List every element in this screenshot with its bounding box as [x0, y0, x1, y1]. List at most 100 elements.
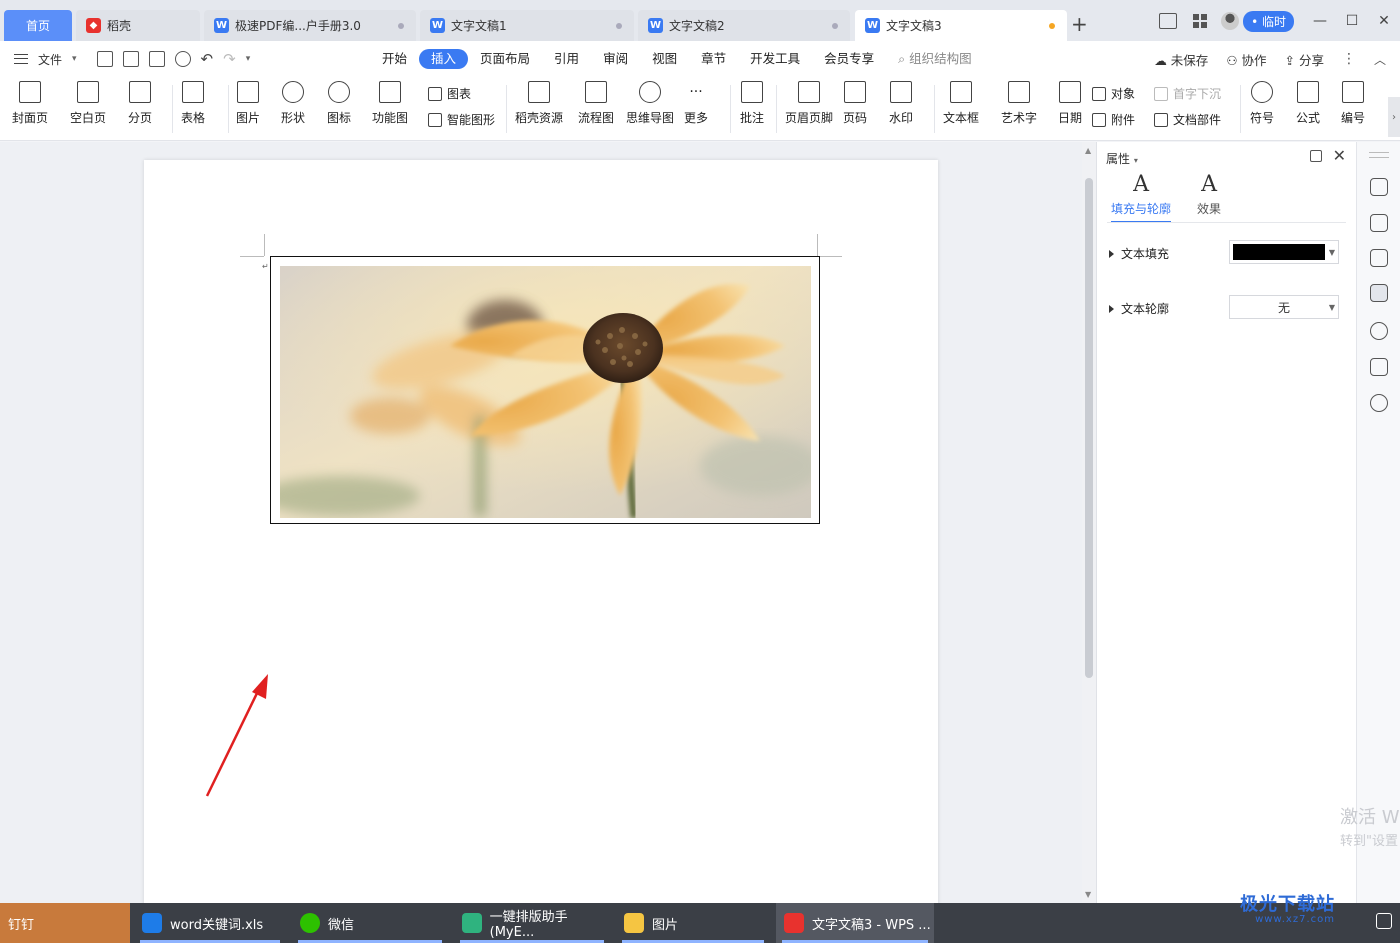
icon-button[interactable]: 图标 [327, 81, 351, 126]
formula-button[interactable]: 公式 [1296, 81, 1320, 126]
apps-grid-icon[interactable] [1193, 14, 1208, 28]
comment-button[interactable]: 批注 [740, 81, 764, 126]
scrollbar-thumb[interactable] [1085, 178, 1093, 678]
tab-developer[interactable]: 开发工具 [738, 49, 812, 69]
tab-home[interactable]: 首页 [4, 10, 72, 41]
chevron-down-icon[interactable]: ▾ [72, 54, 77, 64]
window-layout-icon[interactable] [1159, 13, 1178, 29]
properties-header[interactable]: 属性 ▾ [1106, 150, 1138, 167]
redo-icon[interactable]: ↷ [223, 50, 236, 68]
tab-doc3[interactable]: W 文字文稿3 [855, 10, 1067, 41]
text-fill-row[interactable]: 文本填充 [1109, 245, 1169, 262]
taskbar-item-layout-helper[interactable]: 一键排版助手(MyE... [454, 903, 610, 943]
tab-close-icon[interactable] [398, 22, 404, 29]
header-footer-button[interactable]: 页眉页脚 [785, 81, 833, 126]
lightning-icon[interactable] [1370, 394, 1388, 412]
pen-icon[interactable] [1370, 214, 1388, 232]
watermark-button[interactable]: 水印 [889, 81, 913, 126]
selected-image-frame[interactable] [270, 256, 820, 524]
table-button[interactable]: 表格 [181, 81, 205, 126]
tab-insert[interactable]: 插入 [419, 49, 469, 69]
shape-button[interactable]: 形状 [281, 81, 305, 126]
taskbar-item-excel[interactable]: word关键词.xls [134, 903, 286, 943]
numbering-button[interactable]: 编号 [1341, 81, 1365, 126]
tab-docer[interactable]: ◆ 稻壳 [76, 10, 200, 41]
close-window-button[interactable]: ✕ [1368, 13, 1400, 29]
collaborate-button[interactable]: ⚇ 协作 [1226, 50, 1266, 69]
ribbon-scroll-right-icon[interactable]: › [1388, 97, 1400, 137]
tab-page-layout[interactable]: 页面布局 [468, 49, 542, 69]
doc-parts-button[interactable]: 文档部件 [1154, 111, 1221, 128]
unsaved-button[interactable]: ☁ 未保存 [1154, 50, 1208, 69]
flower-photo[interactable] [280, 266, 811, 518]
chart-button[interactable]: 图表 [428, 85, 471, 102]
smart-art-button[interactable]: 智能图形 [428, 111, 495, 128]
close-icon[interactable]: ✕ [1333, 146, 1346, 165]
text-outline-row[interactable]: 文本轮廓 [1109, 300, 1169, 317]
command-search[interactable]: ⌕ 组织结构图 [886, 49, 984, 69]
file-menu[interactable]: 文件 [38, 51, 62, 68]
save-icon[interactable] [96, 51, 113, 67]
help-icon[interactable] [1370, 322, 1388, 340]
taskbar-item-wps[interactable]: 文字文稿3 - WPS ... [776, 903, 934, 943]
docer-resource-button[interactable]: 稻壳资源 [515, 81, 563, 126]
tab-review[interactable]: 审阅 [591, 49, 640, 69]
tab-doc2[interactable]: W 文字文稿2 [638, 10, 850, 41]
maximize-button[interactable]: ☐ [1336, 13, 1368, 29]
tab-sections[interactable]: 章节 [689, 49, 738, 69]
pin-icon[interactable] [1310, 150, 1322, 162]
translate-icon[interactable] [1370, 358, 1388, 376]
taskbar-item-pictures[interactable]: 图片 [616, 903, 770, 943]
text-fill-color-picker[interactable]: ▼ [1229, 240, 1339, 264]
minimize-button[interactable]: — [1304, 13, 1336, 29]
document-scrollbar[interactable]: ▲ ▼ [1082, 142, 1096, 903]
tab-close-icon[interactable] [616, 22, 622, 29]
scroll-down-icon[interactable]: ▼ [1085, 890, 1091, 899]
scroll-up-icon[interactable]: ▲ [1085, 146, 1091, 155]
avatar[interactable] [1221, 12, 1240, 30]
user-status-badge[interactable]: • 临时 [1243, 10, 1294, 32]
tab-home-ribbon[interactable]: 开始 [370, 49, 419, 69]
print-preview-icon[interactable] [174, 51, 191, 67]
drop-cap-button[interactable]: 首字下沉 [1154, 85, 1221, 102]
tab-references[interactable]: 引用 [542, 49, 591, 69]
tab-pdf-manual[interactable]: W 极速PDF编...户手册3.0 [204, 10, 416, 41]
picture-button[interactable]: 图片 [236, 81, 260, 126]
rocket-icon[interactable] [1370, 178, 1388, 196]
date-button[interactable]: 日期 [1058, 81, 1082, 126]
tab-fill-outline[interactable]: A 填充与轮廓 [1111, 174, 1172, 223]
tab-doc1[interactable]: W 文字文稿1 [420, 10, 634, 41]
share-button[interactable]: ⇪ 分享 [1285, 50, 1324, 69]
tab-member[interactable]: 会员专享 [812, 49, 886, 69]
page-number-button[interactable]: 页码 [843, 81, 867, 126]
properties-sliders-icon[interactable] [1370, 284, 1388, 302]
new-tab-button[interactable]: + [1071, 12, 1088, 36]
tab-view[interactable]: 视图 [640, 49, 689, 69]
undo-icon[interactable]: ↶ [201, 50, 214, 68]
text-outline-select[interactable]: 无 ▼ [1229, 295, 1339, 319]
mindmap-button[interactable]: 思维导图 [626, 81, 674, 126]
more-button[interactable]: ··· 更多 [684, 81, 708, 126]
cursor-select-icon[interactable] [1370, 249, 1388, 267]
blank-page-button[interactable]: 空白页 [70, 81, 106, 126]
collapse-ribbon-icon[interactable]: ︿ [1374, 51, 1386, 68]
tab-close-icon[interactable] [832, 22, 838, 29]
menu-icon[interactable] [14, 54, 28, 64]
textbox-button[interactable]: 文本框 [943, 81, 979, 126]
symbol-button[interactable]: 符号 [1250, 81, 1274, 126]
more-options-icon[interactable]: ⋮ [1342, 51, 1356, 67]
customize-quick-access-icon[interactable]: ▾ [246, 54, 251, 64]
unsaved-dot-icon[interactable] [1049, 22, 1055, 29]
flowchart-button[interactable]: 流程图 [578, 81, 614, 126]
page-break-button[interactable]: 分页 [128, 81, 152, 126]
object-button[interactable]: 对象 [1092, 85, 1135, 102]
export-pdf-icon[interactable] [122, 51, 139, 67]
taskbar-item-dingtalk[interactable]: 钉钉 [0, 903, 130, 943]
drag-handle-icon[interactable] [1369, 152, 1389, 158]
wordart-button[interactable]: 艺术字 [1001, 81, 1037, 126]
function-chart-button[interactable]: 功能图 [372, 81, 408, 126]
print-icon[interactable] [148, 51, 165, 67]
taskbar-item-wechat[interactable]: 微信 [292, 903, 448, 943]
attachment-button[interactable]: 附件 [1092, 111, 1135, 128]
shield-icon[interactable] [1376, 913, 1392, 929]
